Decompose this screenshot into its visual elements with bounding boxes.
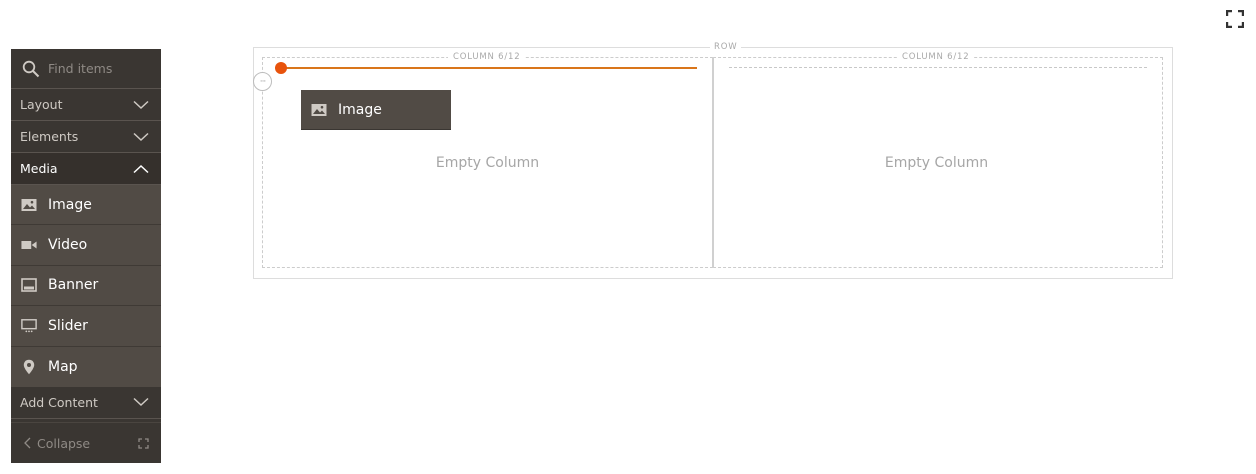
video-icon [21,237,37,253]
media-item-slider[interactable]: Slider [11,306,161,347]
map-pin-icon [21,359,37,375]
column-right-empty-text: Empty Column [884,155,989,171]
chevron-down-icon [133,132,149,141]
group-elements[interactable]: Elements [11,121,161,153]
media-item-map[interactable]: Map [11,347,161,387]
drag-helper-image[interactable]: Image [301,90,451,130]
collapse-label: Collapse [37,435,91,451]
group-layout-label: Layout [20,97,63,112]
group-elements-label: Elements [20,129,79,144]
group-add-content[interactable]: Add Content [11,387,161,419]
fullscreen-small-icon[interactable] [138,437,149,449]
drop-indicator-line [284,67,697,69]
chevron-up-icon [133,164,149,173]
chevron-down-icon [133,100,149,109]
media-item-video[interactable]: Video [11,225,161,266]
image-icon [21,197,37,213]
media-item-banner-label: Banner [48,277,99,294]
drag-helper-label: Image [338,101,382,118]
media-item-map-label: Map [48,358,78,375]
image-icon [311,102,327,118]
content-panel-sidebar: Layout Elements Media Image [11,49,161,463]
drop-indicator-dot [275,62,287,74]
banner-icon [21,277,37,293]
slider-icon [21,318,37,334]
search-input[interactable] [48,61,148,76]
media-item-video-label: Video [48,237,88,254]
column-right-label: COLUMN 6/12 [897,52,975,62]
group-media[interactable]: Media [11,153,161,185]
group-add-content-label: Add Content [20,394,98,410]
chevron-down-icon [133,398,149,407]
media-item-banner[interactable]: Banner [11,266,161,307]
media-item-image[interactable]: Image [11,185,161,226]
search-icon [22,60,40,78]
collapse-bar: Collapse [11,422,161,463]
column-right-drop-guide [729,67,1147,68]
group-media-label: Media [20,161,58,176]
collapse-button[interactable]: Collapse [24,436,90,451]
group-layout[interactable]: Layout [11,89,161,121]
media-item-slider-label: Slider [48,317,88,334]
search-bar [11,49,161,89]
row-label: ROW [710,42,742,52]
column-resize-handle-icon[interactable]: ··· [253,72,272,91]
media-item-image-label: Image [48,196,92,213]
fullscreen-icon[interactable] [1226,10,1244,28]
chevron-left-icon [24,437,31,449]
column-left-empty-text: Empty Column [435,155,540,171]
media-items-list: Image Video Banner Slider Map [11,185,161,387]
column-left-label: COLUMN 6/12 [448,52,526,62]
